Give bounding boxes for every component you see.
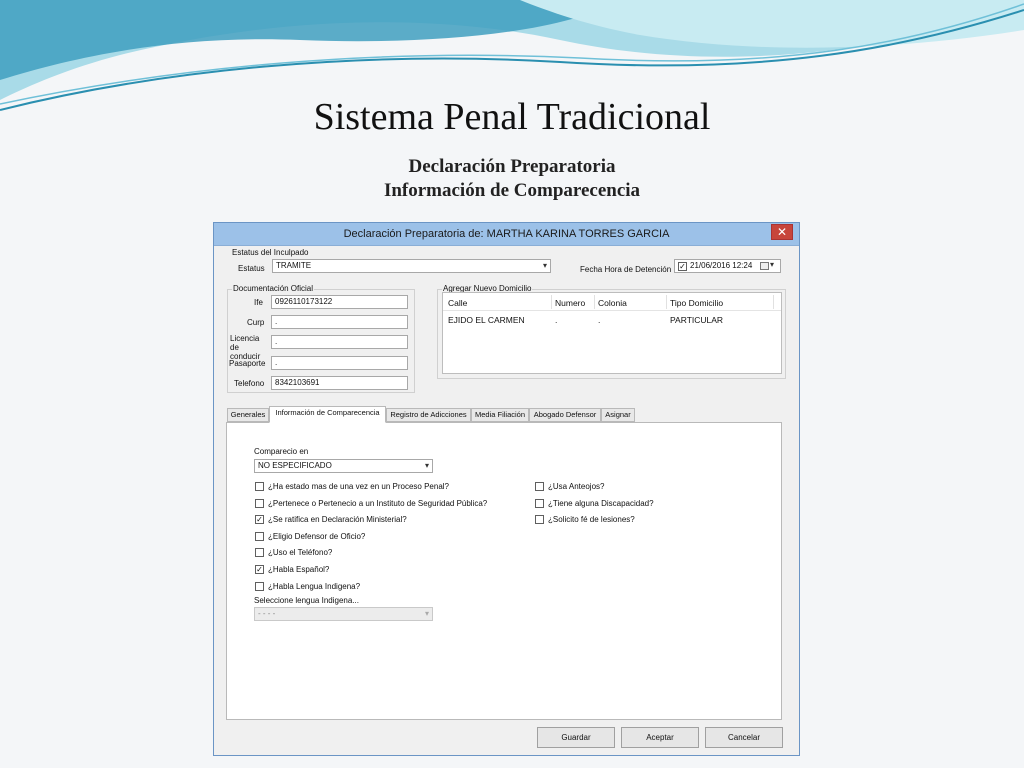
domicilio-table[interactable]: Calle Numero Colonia Tipo Domicilio EJID… bbox=[442, 292, 782, 374]
fe-lesiones-label: ¿Solicito fé de lesiones? bbox=[548, 515, 635, 524]
column-header[interactable]: Calle bbox=[448, 298, 467, 308]
licencia-input[interactable]: . bbox=[271, 335, 408, 349]
column-header[interactable]: Numero bbox=[555, 298, 585, 308]
table-cell: EJIDO EL CARMEN bbox=[448, 315, 525, 325]
uso-telefono-checkbox[interactable] bbox=[255, 548, 264, 557]
comparecio-select[interactable]: NO ESPECIFICADO ▾ bbox=[254, 459, 433, 473]
licencia-label: Licencia de conducir bbox=[230, 334, 261, 361]
fecha-value: 21/06/2016 12:24 bbox=[690, 261, 753, 270]
table-cell: . bbox=[555, 315, 558, 325]
telefono-input[interactable]: 8342103691 bbox=[271, 376, 408, 390]
lengua-indigena-select[interactable]: - - - - ▾ bbox=[254, 607, 433, 621]
seguridad-publica-label: ¿Pertenece o Pertenecio a un Instituto d… bbox=[268, 499, 488, 508]
chevron-down-icon[interactable]: ▾ bbox=[770, 260, 774, 269]
estatus-group-label: Estatus del Inculpado bbox=[232, 248, 309, 257]
table-cell: . bbox=[598, 315, 601, 325]
cancelar-button[interactable]: Cancelar bbox=[705, 727, 783, 748]
slide-subtitle-2: Información de Comparecencia bbox=[383, 180, 641, 201]
table-header: Calle Numero Colonia Tipo Domicilio bbox=[443, 293, 781, 311]
uso-telefono-label: ¿Uso el Teléfono? bbox=[268, 548, 333, 557]
comparecio-label: Comparecio en bbox=[254, 447, 309, 456]
tab-abogado-defensor[interactable]: Abogado Defensor bbox=[529, 408, 601, 422]
fe-lesiones-checkbox[interactable] bbox=[535, 515, 544, 524]
ratifica-checkbox[interactable]: ✓ bbox=[255, 515, 264, 524]
tab-media-filiacion[interactable]: Media Filiación bbox=[471, 408, 529, 422]
chevron-down-icon: ▾ bbox=[542, 261, 547, 270]
tab-asignar[interactable]: Asignar bbox=[601, 408, 635, 422]
lengua-value: - - - - bbox=[258, 609, 276, 618]
documentacion-group-label: Documentación Oficial bbox=[232, 284, 315, 293]
aceptar-button[interactable]: Aceptar bbox=[621, 727, 699, 748]
slide-title: Sistema Penal Tradicional bbox=[313, 96, 711, 138]
telefono-label: Telefono bbox=[234, 379, 265, 388]
curp-input[interactable]: . bbox=[271, 315, 408, 329]
column-divider bbox=[773, 295, 774, 309]
discapacidad-label: ¿Tiene alguna Discapacidad? bbox=[548, 499, 654, 508]
discapacidad-checkbox[interactable] bbox=[535, 499, 544, 508]
pasaporte-input[interactable]: . bbox=[271, 356, 408, 370]
tab-registro-adicciones[interactable]: Registro de Adicciones bbox=[386, 408, 471, 422]
column-header[interactable]: Colonia bbox=[598, 298, 627, 308]
estatus-select[interactable]: TRAMITE ▾ bbox=[272, 259, 551, 273]
defensor-oficio-checkbox[interactable] bbox=[255, 532, 264, 541]
ife-input[interactable]: 0926110173122 bbox=[271, 295, 408, 309]
estatus-value: TRAMITE bbox=[276, 261, 312, 270]
lengua-indigena-checkbox[interactable] bbox=[255, 582, 264, 591]
lengua-indigena-label: ¿Habla Lengua Indigena? bbox=[268, 582, 361, 591]
ife-label: Ife bbox=[254, 298, 263, 307]
habla-espanol-checkbox[interactable]: ✓ bbox=[255, 565, 264, 574]
tab-informacion-comparecencia[interactable]: Información de Comparecencia bbox=[269, 406, 386, 423]
fecha-label: Fecha Hora de Detención bbox=[580, 265, 672, 274]
tab-generales[interactable]: Generales bbox=[227, 408, 269, 422]
lengua-select-label: Seleccione lengua Indigena... bbox=[254, 596, 359, 605]
habla-espanol-label: ¿Habla Español? bbox=[268, 565, 330, 574]
estatus-label: Estatus bbox=[238, 264, 265, 273]
column-divider bbox=[594, 295, 595, 309]
window-title: Declaración Preparatoria de: MARTHA KARI… bbox=[343, 228, 670, 240]
window-titlebar[interactable]: Declaración Preparatoria de: MARTHA KARI… bbox=[214, 223, 799, 246]
seguridad-publica-checkbox[interactable] bbox=[255, 499, 264, 508]
column-divider bbox=[666, 295, 667, 309]
calendar-icon[interactable] bbox=[760, 262, 769, 270]
close-button[interactable]: ✕ bbox=[771, 224, 793, 240]
chevron-down-icon: ▾ bbox=[424, 609, 429, 618]
pasaporte-label: Pasaporte bbox=[229, 359, 266, 368]
chevron-down-icon: ▾ bbox=[424, 461, 429, 470]
proceso-penal-checkbox[interactable] bbox=[255, 482, 264, 491]
proceso-penal-label: ¿Ha estado mas de una vez en un Proceso … bbox=[268, 482, 449, 491]
anteojos-label: ¿Usa Anteojos? bbox=[548, 482, 605, 491]
slide-subtitle-1: Declaración Preparatoria bbox=[408, 156, 616, 177]
comparecio-value: NO ESPECIFICADO bbox=[258, 461, 332, 470]
ratifica-label: ¿Se ratifica en Declaración Ministerial? bbox=[268, 515, 407, 524]
fecha-checkbox[interactable]: ✓ bbox=[678, 262, 687, 271]
anteojos-checkbox[interactable] bbox=[535, 482, 544, 491]
column-header[interactable]: Tipo Domicilio bbox=[670, 298, 723, 308]
defensor-oficio-label: ¿Eligio Defensor de Oficio? bbox=[268, 532, 366, 541]
table-cell: PARTICULAR bbox=[670, 315, 724, 325]
guardar-button[interactable]: Guardar bbox=[537, 727, 615, 748]
curp-label: Curp bbox=[247, 318, 265, 327]
column-divider bbox=[551, 295, 552, 309]
